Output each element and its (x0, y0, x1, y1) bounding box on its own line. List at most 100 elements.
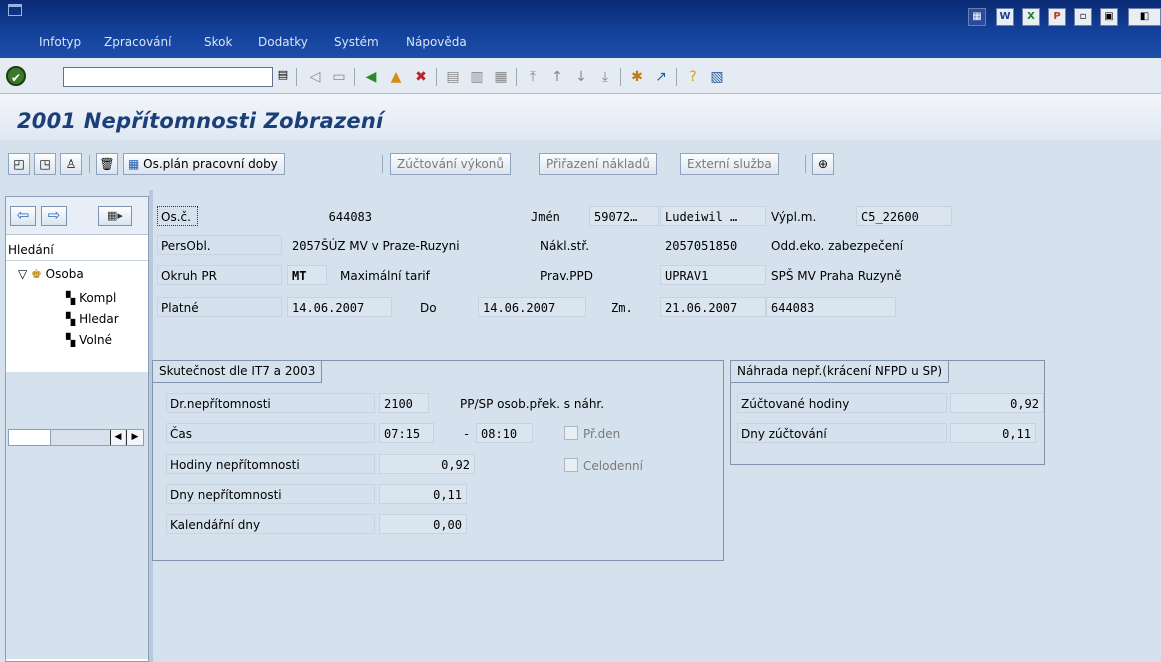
pravppd-text: SPŠ MV Praha Ruzyně (771, 269, 902, 283)
next-record-icon[interactable]: ◳ (34, 153, 56, 175)
celodenni-label: Celodenní (583, 459, 643, 473)
prden-checkbox[interactable] (564, 426, 578, 440)
celodenni-checkbox[interactable] (564, 458, 578, 472)
excel-icon[interactable]: X (1022, 8, 1040, 26)
prev-page-icon[interactable]: ↑ (548, 68, 566, 86)
dr-value: 2100 (379, 393, 429, 413)
zm-user: 644083 (766, 297, 896, 317)
do-value: 14.06.2007 (478, 297, 586, 317)
first-page-icon[interactable]: ⤒ (524, 68, 542, 86)
command-field[interactable] (63, 67, 273, 87)
menu-dodatky[interactable]: Dodatky (258, 35, 308, 49)
system-menu-icon[interactable] (8, 4, 22, 16)
search-label: Hledání (8, 243, 54, 257)
dr-text: PP/SP osob.přek. s náhr. (460, 397, 605, 411)
scroll-right-icon[interactable]: ▶ (126, 430, 143, 445)
command-history-icon[interactable]: ▤ (276, 68, 290, 86)
back-arrow-icon[interactable]: ⇦ (10, 206, 36, 226)
platne-label: Platné (157, 297, 282, 317)
collapse-icon[interactable]: ◁ (306, 68, 324, 86)
scroll-left-icon[interactable]: ◀ (110, 430, 125, 445)
pravppd-value: UPRAV1 (660, 265, 766, 285)
menu-infotyp[interactable]: Infotyp (39, 35, 81, 49)
find-icon[interactable]: ▥ (468, 68, 486, 86)
jmen-value-1: 59072… (589, 206, 659, 226)
next-page-icon[interactable]: ↓ (572, 68, 590, 86)
menu-napoveda[interactable]: Nápověda (406, 35, 467, 49)
new-session-icon[interactable]: ✱ (628, 68, 646, 86)
hodiny-value: 0,92 (379, 454, 475, 474)
hodiny-label: Hodiny nepřítomnosti (166, 454, 375, 474)
binoculars-icon: ▚ (66, 312, 76, 326)
person-icon[interactable]: ♙ (60, 153, 82, 175)
application-toolbar: ◰ ◳ ♙ 🗑 ▦ Os.plán pracovní doby Zúčtován… (0, 140, 1161, 190)
platne-value: 14.06.2007 (287, 297, 392, 317)
menu-skok[interactable]: Skok (204, 35, 232, 49)
vyplm-label: Výpl.m. (771, 210, 817, 224)
powerpoint-icon[interactable]: P (1048, 8, 1066, 26)
osc-label[interactable]: Os.č. (157, 206, 198, 226)
shortcut-icon[interactable]: ↗ (652, 68, 670, 86)
naklstr-text: Odd.eko. zabezpečení (771, 239, 904, 253)
skutecnost-group-title: Skutečnost dle IT7 a 2003 (153, 361, 323, 383)
dny-value: 0,11 (379, 484, 467, 504)
prirazeni-nakladu-button[interactable]: Přiřazení nákladů (539, 153, 657, 175)
word-icon[interactable]: W (996, 8, 1014, 26)
cas-dash: - (463, 427, 471, 441)
zm-label: Zm. (611, 301, 633, 315)
dny-label: Dny nepřítomnosti (166, 484, 375, 504)
prev-record-icon[interactable]: ◰ (8, 153, 30, 175)
delete-icon[interactable]: 🗑 (96, 153, 118, 175)
close-icon[interactable]: ◧ (1128, 8, 1161, 26)
layout-icon[interactable]: ▦ (968, 8, 986, 26)
exit-icon[interactable]: ▲ (387, 68, 405, 86)
work-schedule-button[interactable]: ▦ Os.plán pracovní doby (123, 153, 285, 175)
tree-item[interactable]: ▚ Hledar (66, 312, 119, 326)
zuctovani-vykonu-button[interactable]: Zúčtování výkonů (390, 153, 511, 175)
layout-menu-icon[interactable]: ▧ (708, 68, 726, 86)
zm-value: 21.06.2007 (660, 297, 766, 317)
tree-options-icon[interactable]: ▦▸ (98, 206, 132, 226)
minimize-icon[interactable]: ▫ (1074, 8, 1092, 26)
tree-item[interactable]: ▚ Kompl (66, 291, 116, 305)
do-label: Do (420, 301, 437, 315)
cas-from: 07:15 (379, 423, 434, 443)
back-icon[interactable]: ◀ (362, 68, 380, 86)
zuct-label: Zúčtované hodiny (737, 393, 947, 413)
kal-value: 0,00 (379, 514, 467, 534)
more-functions-icon[interactable]: ⊕ (812, 153, 834, 175)
last-page-icon[interactable]: ⤓ (596, 68, 614, 86)
save-icon[interactable]: ▭ (330, 68, 348, 86)
help-icon[interactable]: ? (684, 68, 702, 86)
naklstr-label: Nákl.stř. (540, 239, 590, 253)
vyplm-value: C5_22600 (856, 206, 952, 226)
menu-zpracovani[interactable]: Zpracování (104, 35, 171, 49)
dnyzuct-value: 0,11 (950, 423, 1036, 443)
persobl-label: PersObl. (157, 235, 282, 255)
cancel-icon[interactable]: ✖ (412, 68, 430, 86)
forward-arrow-icon[interactable]: ⇨ (41, 206, 67, 226)
person-group-icon: ♚ (31, 267, 42, 281)
pravppd-label: Prav.PPD (540, 269, 594, 283)
prden-label: Př.den (583, 427, 621, 441)
jmen-label: Jmén (531, 210, 560, 224)
binoculars-icon: ▚ (66, 291, 76, 305)
externi-sluzba-button[interactable]: Externí služba (680, 153, 779, 175)
zuct-value: 0,92 (950, 393, 1044, 413)
find-next-icon[interactable]: ▦ (492, 68, 510, 86)
restore-icon[interactable]: ▣ (1100, 8, 1118, 26)
dr-label: Dr.nepřítomnosti (166, 393, 375, 413)
tree-node-osoba[interactable]: ▽ ♚ Osoba (18, 267, 84, 281)
jmen-value-2: Ludeiwil … (660, 206, 766, 226)
standard-toolbar: ✔ ▤ ◁ ▭ ◀ ▲ ✖ ▤ ▥ ▦ ⤒ ↑ ↓ ⤓ ✱ ↗ ? ▧ (0, 58, 1161, 94)
menu-system[interactable]: Systém (334, 35, 379, 49)
okruh-text: Maximální tarif (340, 269, 430, 283)
print-icon[interactable]: ▤ (444, 68, 462, 86)
enter-icon[interactable]: ✔ (6, 66, 26, 86)
tree-item[interactable]: ▚ Volné (66, 333, 112, 347)
expand-icon: ▽ (18, 267, 28, 281)
object-manager-panel: ⇦ ⇨ ▦▸ Hledání ▽ ♚ Osoba ▚ Kompl ▚ Hleda… (5, 196, 149, 662)
horizontal-scrollbar[interactable]: ◀ ▶ (8, 429, 144, 446)
dnyzuct-label: Dny zúčtování (737, 423, 947, 443)
cas-to: 08:10 (476, 423, 533, 443)
